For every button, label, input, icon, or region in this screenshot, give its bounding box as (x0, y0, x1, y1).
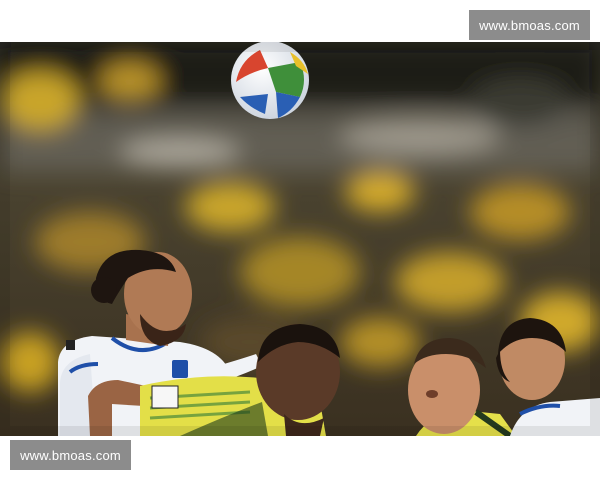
watermark-top: www.bmoas.com (469, 10, 590, 40)
soccer-ball (231, 42, 309, 119)
match-photo (0, 42, 600, 436)
watermark-bottom: www.bmoas.com (10, 440, 131, 470)
